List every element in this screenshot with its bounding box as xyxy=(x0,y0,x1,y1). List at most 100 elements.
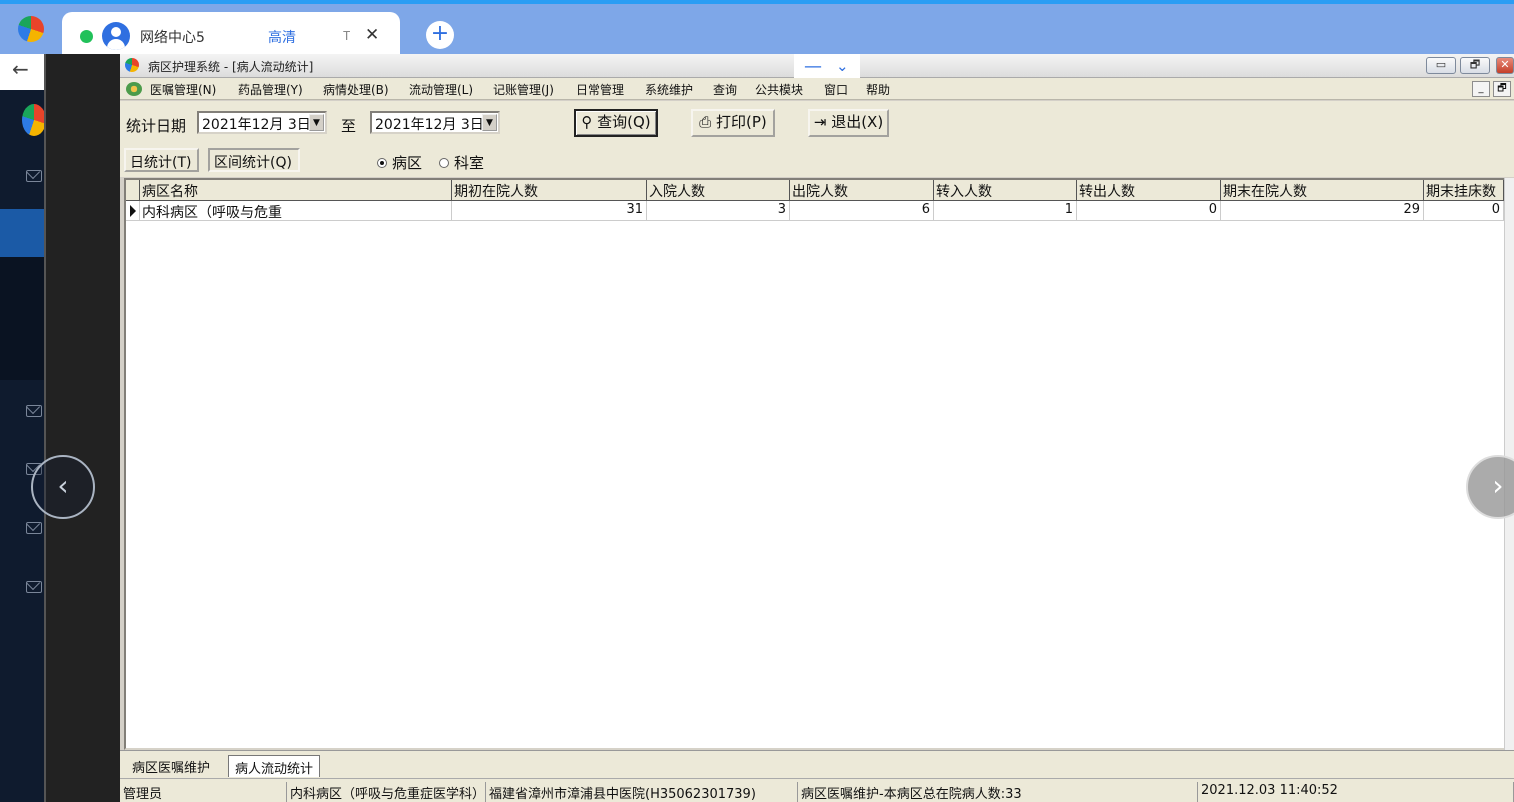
status-department: 内科病区（呼吸与危重症医学科） xyxy=(287,782,486,802)
menu-condition[interactable]: 病情处理(B) xyxy=(323,81,389,98)
wintab-order-maintain[interactable]: 病区医嘱维护 xyxy=(126,755,216,777)
new-tab-button[interactable]: + xyxy=(426,21,454,49)
patient-flow-grid[interactable]: 病区名称 期初在院人数 入院人数 出院人数 转入人数 转出人数 期末在院人数 期… xyxy=(124,178,1508,750)
cell-transfer-in[interactable]: 1 xyxy=(934,201,1077,221)
status-datetime: 2021.12.03 11:40:52 xyxy=(1198,782,1514,802)
binoculars-icon: ⚲ xyxy=(581,113,593,131)
col-end-bed[interactable]: 期末挂床数 xyxy=(1424,180,1504,201)
cell-end-count[interactable]: 29 xyxy=(1221,201,1424,221)
sidebar-panel xyxy=(0,257,44,380)
status-user: 管理员 xyxy=(120,782,287,802)
remote-tab-bar: 网络中心5 高清 T ✕ + xyxy=(0,0,1514,58)
float-minimize-icon[interactable]: — xyxy=(804,56,822,77)
row-indicator-header xyxy=(126,180,140,201)
menu-query[interactable]: 查询 xyxy=(713,81,737,98)
text-mode-icon[interactable]: T xyxy=(343,29,350,43)
ward-nursing-app-window: 病区护理系统 - [病人流动统计] ▭ 🗗 ✕ — ⌄ 医嘱管理(N) 药品管理… xyxy=(120,54,1514,802)
dropdown-arrow-icon[interactable]: ▼ xyxy=(309,114,324,131)
print-button[interactable]: ⎙ 打印(P) xyxy=(691,109,775,137)
sidebar-active-item[interactable] xyxy=(0,209,44,257)
wintab-patient-flow[interactable]: 病人流动统计 xyxy=(228,755,321,777)
mail-icon[interactable] xyxy=(26,405,42,417)
radio-dept-label: 科室 xyxy=(454,154,485,172)
status-message: 病区医嘱维护-本病区总在院病人数:33 xyxy=(798,782,1198,802)
radio-dept[interactable]: 科室 xyxy=(439,152,484,173)
mail-icon[interactable] xyxy=(26,170,42,182)
status-hospital: 福建省漳州市漳浦县中医院(H35062301739) xyxy=(486,782,798,802)
quality-toggle[interactable]: 高清 xyxy=(268,27,296,47)
user-avatar-icon xyxy=(102,22,130,50)
col-transfer-out[interactable]: 转出人数 xyxy=(1077,180,1221,201)
menu-drugs[interactable]: 药品管理(Y) xyxy=(238,81,303,98)
cell-start-count[interactable]: 31 xyxy=(452,201,647,221)
to-label: 至 xyxy=(341,117,357,135)
close-tab-icon[interactable]: ✕ xyxy=(365,25,379,45)
col-admit-count[interactable]: 入院人数 xyxy=(647,180,790,201)
col-discharge-count[interactable]: 出院人数 xyxy=(790,180,934,201)
desktop-gutter xyxy=(44,54,120,802)
from-date-picker[interactable]: 2021年12月 3日 ▼ xyxy=(197,111,327,134)
query-button[interactable]: ⚲ 查询(Q) xyxy=(574,109,658,137)
menu-billing[interactable]: 记账管理(J) xyxy=(493,81,554,98)
menu-public[interactable]: 公共模块 xyxy=(755,81,803,98)
session-tab[interactable]: 网络中心5 高清 T ✕ xyxy=(62,12,400,58)
radio-dept-dot[interactable] xyxy=(439,157,449,168)
tab-range-stat[interactable]: 区间统计(Q) xyxy=(208,148,300,172)
query-toolbar: 统计日期 2021年12月 3日 ▼ 至 2021年12月 3日 ▼ ⚲ 查询(… xyxy=(120,101,1514,147)
float-expand-icon[interactable]: ⌄ xyxy=(836,57,849,75)
mail-icon[interactable] xyxy=(26,522,42,534)
window-minimize-button[interactable]: ▭ xyxy=(1426,57,1456,74)
exit-door-icon: ⇥ xyxy=(813,113,827,131)
exit-button-label: 退出(X) xyxy=(831,113,884,131)
tab-title: 网络中心5 xyxy=(140,30,205,46)
back-arrow-icon[interactable]: ← xyxy=(12,57,29,81)
window-tab-bar: 病区医嘱维护 病人流动统计 xyxy=(120,750,1514,778)
stat-mode-bar: 日统计(T) 区间统计(Q) 病区 科室 xyxy=(120,147,1514,177)
col-start-count[interactable]: 期初在院人数 xyxy=(452,180,647,201)
printer-icon: ⎙ xyxy=(699,113,712,131)
grid-header: 病区名称 期初在院人数 入院人数 出院人数 转入人数 转出人数 期末在院人数 期… xyxy=(126,180,1508,201)
mdi-restore-button[interactable]: 🗗 xyxy=(1493,81,1511,97)
exit-button[interactable]: ⇥ 退出(X) xyxy=(808,109,889,137)
menu-window[interactable]: 窗口 xyxy=(824,81,848,98)
online-status-icon xyxy=(80,30,93,43)
cell-discharge-count[interactable]: 6 xyxy=(790,201,934,221)
app-logo-icon xyxy=(18,16,44,42)
menu-flow[interactable]: 流动管理(L) xyxy=(409,81,473,98)
cell-transfer-out[interactable]: 0 xyxy=(1077,201,1221,221)
query-button-label: 查询(Q) xyxy=(597,113,651,131)
tab-daily-stat[interactable]: 日统计(T) xyxy=(124,148,200,172)
menu-help[interactable]: 帮助 xyxy=(866,81,890,98)
menu-daily[interactable]: 日常管理 xyxy=(576,81,624,98)
cell-ward-name[interactable]: 内科病区（呼吸与危重 xyxy=(140,201,452,221)
print-button-label: 打印(P) xyxy=(716,113,767,131)
menu-system[interactable]: 系统维护 xyxy=(645,81,693,98)
window-close-button[interactable]: ✕ xyxy=(1496,57,1514,74)
row-indicator xyxy=(126,201,140,221)
table-row[interactable]: 内科病区（呼吸与危重 31 3 6 1 0 29 0 xyxy=(126,201,1508,221)
app-title-icon xyxy=(125,58,139,72)
window-restore-button[interactable]: 🗗 xyxy=(1460,57,1490,74)
cell-end-bed[interactable]: 0 xyxy=(1424,201,1504,221)
mail-icon[interactable] xyxy=(26,581,42,593)
date-label: 统计日期 xyxy=(126,117,187,135)
col-ward-name[interactable]: 病区名称 xyxy=(140,180,452,201)
to-date-value: 2021年12月 3日 xyxy=(375,117,484,133)
app-title: 病区护理系统 - [病人流动统计] xyxy=(148,60,314,74)
to-date-picker[interactable]: 2021年12月 3日 ▼ xyxy=(370,111,500,134)
from-date-value: 2021年12月 3日 xyxy=(202,117,311,133)
menu-orders[interactable]: 医嘱管理(N) xyxy=(150,81,216,98)
radio-ward-label: 病区 xyxy=(392,154,423,172)
col-transfer-in[interactable]: 转入人数 xyxy=(934,180,1077,201)
mdi-minimize-button[interactable]: _ xyxy=(1472,81,1490,97)
left-sidebar xyxy=(0,54,44,802)
radio-ward-dot[interactable] xyxy=(377,157,387,168)
dropdown-arrow-icon[interactable]: ▼ xyxy=(482,114,497,131)
radio-ward[interactable]: 病区 xyxy=(377,152,422,173)
menu-bar: 医嘱管理(N) 药品管理(Y) 病情处理(B) 流动管理(L) 记账管理(J) … xyxy=(120,78,1514,100)
cell-admit-count[interactable]: 3 xyxy=(647,201,790,221)
prev-page-button[interactable]: ‹ xyxy=(31,455,95,519)
sidebar-logo-icon xyxy=(22,104,46,136)
col-end-count[interactable]: 期末在院人数 xyxy=(1221,180,1424,201)
menu-app-icon xyxy=(126,82,142,96)
